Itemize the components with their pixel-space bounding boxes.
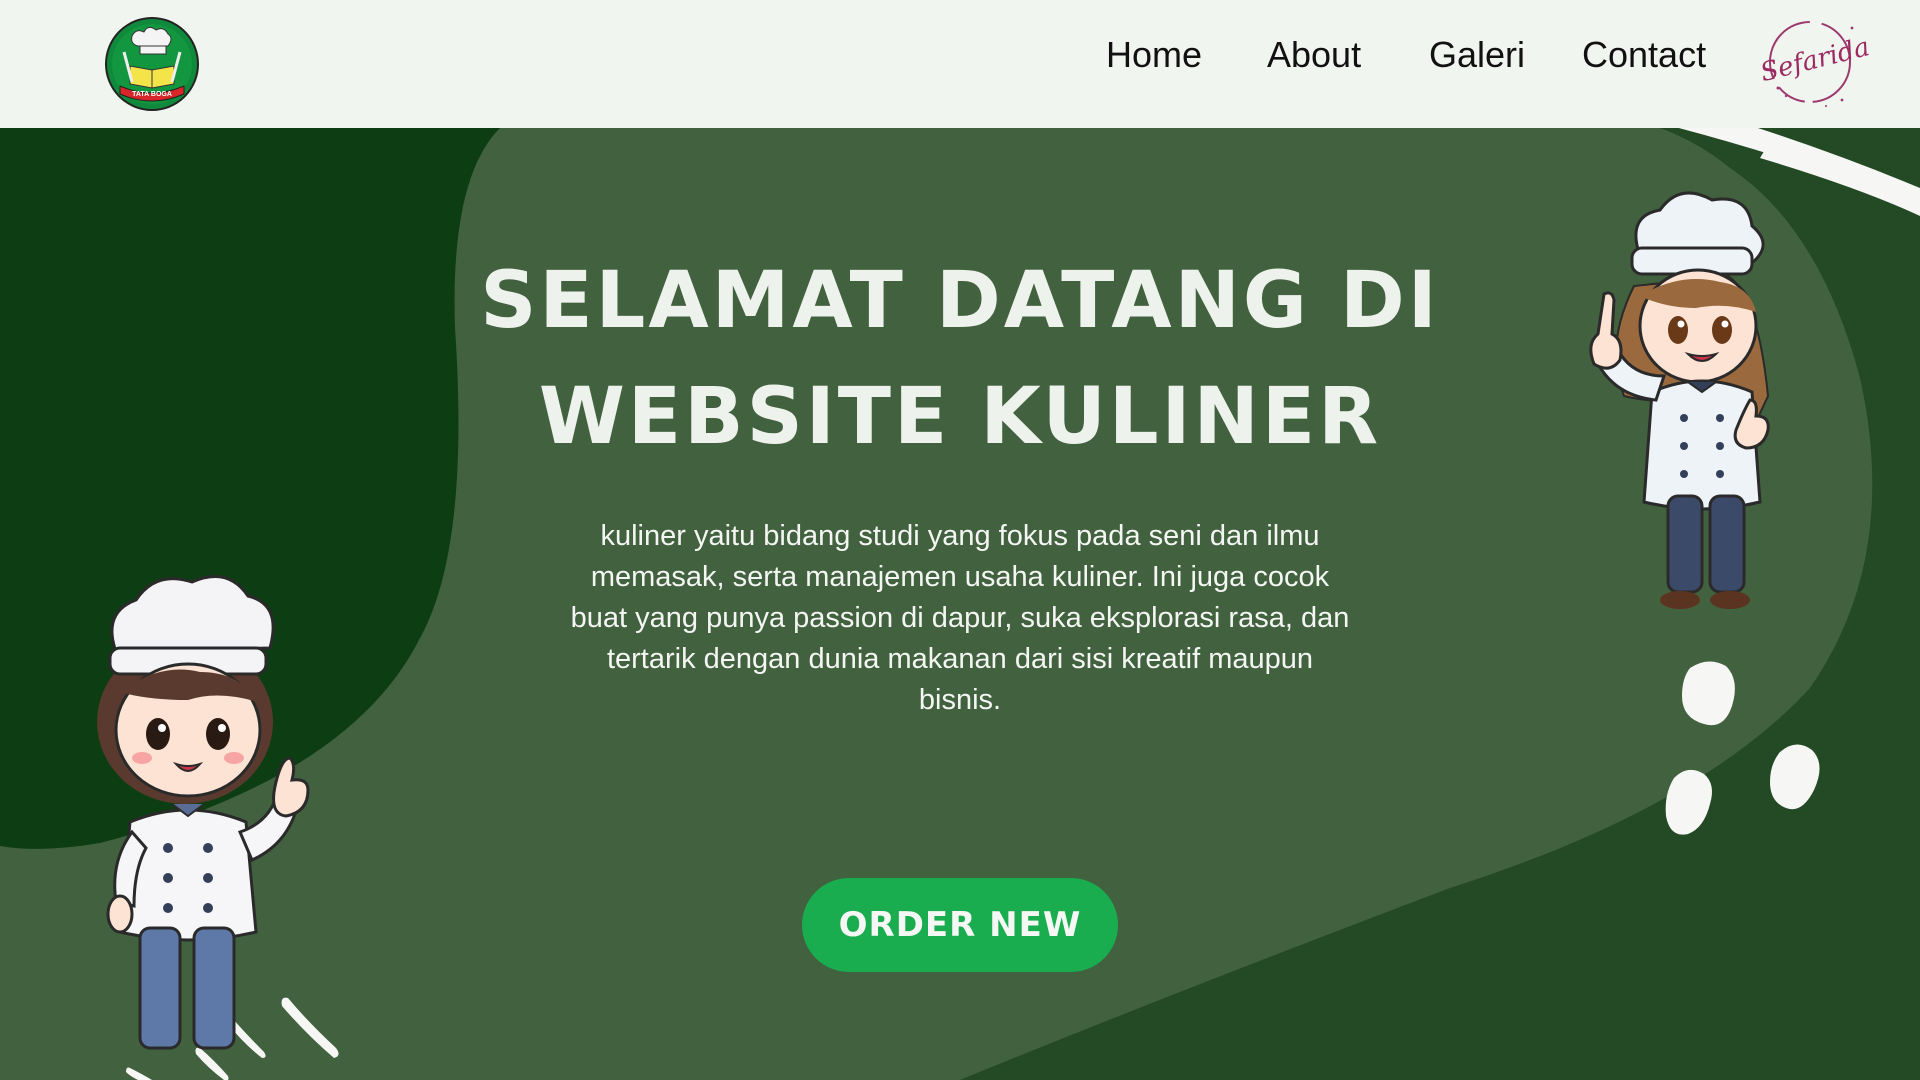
hero-title-line-1: SELAMAT DATANG DI (480, 256, 1440, 346)
chef-girl-left-illustration (97, 574, 310, 1050)
nav-contact-link[interactable]: Contact (1582, 34, 1706, 76)
hero-title: SELAMAT DATANG DI WEBSITE KULINER (480, 243, 1440, 475)
logo-text: TATA BOGA (132, 91, 172, 98)
signature-text: Sefarida (1757, 32, 1872, 88)
nav-home-link[interactable]: Home (1106, 34, 1202, 76)
tata-boga-logo-icon[interactable]: TATA BOGA (104, 16, 200, 112)
nav-about-link[interactable]: About (1267, 34, 1361, 76)
chef-girl-right-illustration (1589, 191, 1770, 609)
navbar: TATA BOGA Home About Galeri Contact Sefa… (0, 0, 1920, 128)
hero-title-line-2: WEBSITE KULINER (538, 372, 1382, 462)
hero-description: kuliner yaitu bidang studi yang fokus pa… (570, 520, 1350, 716)
hero-section: SELAMAT DATANG DI WEBSITE KULINER kuline… (0, 128, 1920, 1080)
order-new-button[interactable]: ORDER NEW (802, 878, 1118, 972)
nav-galeri-link[interactable]: Galeri (1429, 34, 1525, 76)
signature-logo-icon[interactable]: Sefarida (1756, 10, 1874, 114)
